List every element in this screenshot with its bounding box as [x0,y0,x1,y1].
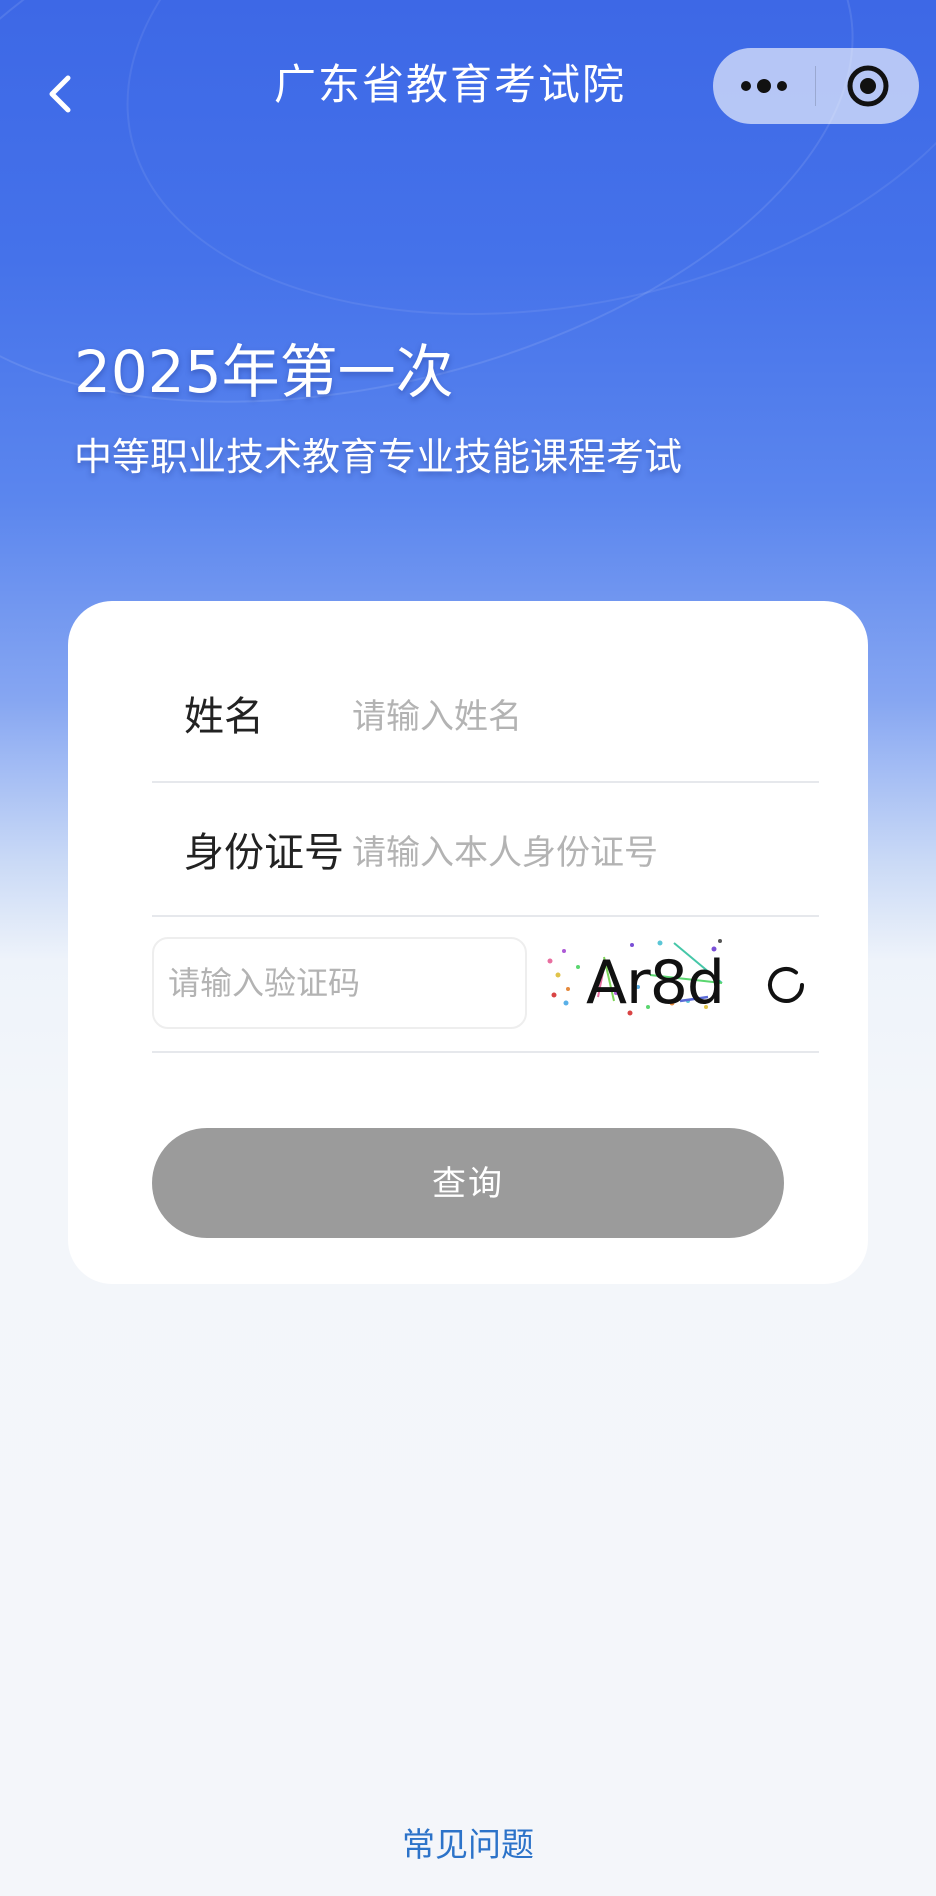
name-input[interactable] [352,689,802,745]
page-title: 广东省教育考试院 [273,60,626,109]
exam-name-subtitle: 中等职业技术教育专业技能课程考试 [74,435,683,479]
chevron-left-icon [49,75,71,113]
id-number-input[interactable] [352,825,802,881]
more-button[interactable] [713,48,815,124]
captcha-image[interactable]: Ar8d [544,937,730,1029]
query-button[interactable]: 查询 [152,1128,784,1238]
more-dots-icon [741,79,787,93]
query-form-card: 姓名 身份证号 [68,601,868,1284]
captcha-row: Ar8d [152,917,819,1053]
refresh-icon [768,967,804,1003]
mini-program-capsule [713,48,919,124]
id-number-row: 身份证号 [152,783,819,917]
captcha-code: Ar8d [586,948,725,1018]
id-number-label: 身份证号 [184,830,344,876]
exam-year-title: 2025年第一次 [74,338,454,406]
name-label: 姓名 [184,694,264,740]
refresh-captcha-button[interactable] [762,961,810,1009]
target-circle-icon [847,65,888,107]
faq-link[interactable]: 常见问题 [318,1820,618,1870]
top-navigation-bar: 广东省教育考试院 [0,0,936,175]
name-row: 姓名 [152,601,819,783]
back-button[interactable] [28,62,92,126]
close-mini-program-button[interactable] [816,48,919,124]
captcha-input[interactable] [152,937,527,1029]
